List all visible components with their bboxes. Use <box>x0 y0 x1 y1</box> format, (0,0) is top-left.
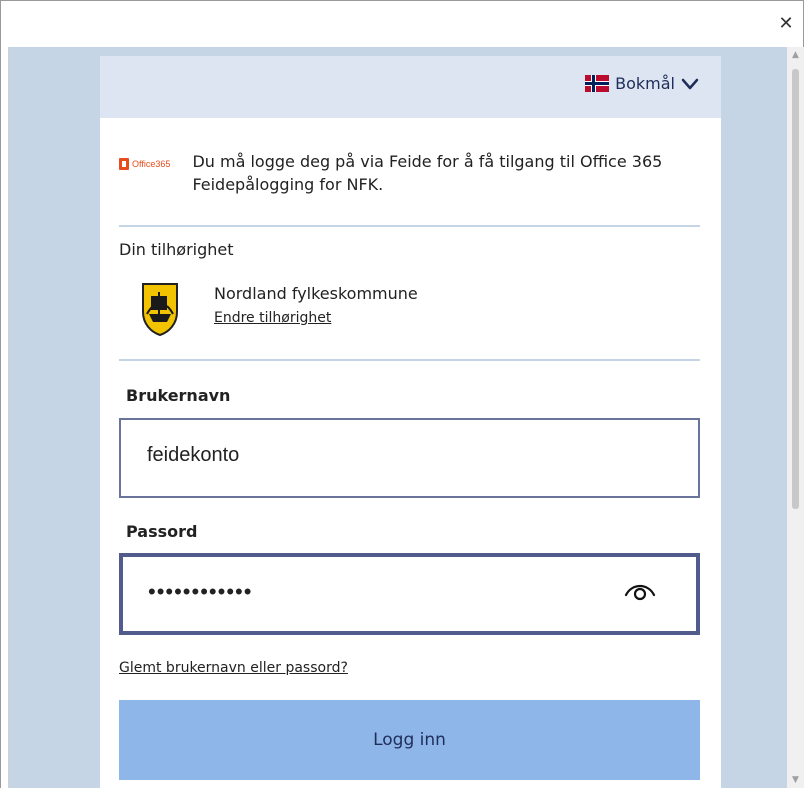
show-password-icon[interactable] <box>624 579 656 603</box>
divider <box>119 225 700 227</box>
page-content: Bokmål Office365 Du må logge deg på via … <box>9 47 787 788</box>
scroll-down-icon[interactable]: ▼ <box>787 772 804 788</box>
language-selector[interactable]: Bokmål <box>585 74 699 93</box>
office365-logo-text: Office365 <box>132 159 171 169</box>
username-label: Brukernavn <box>126 386 231 405</box>
organization-name: Nordland fylkeskommune <box>214 284 418 303</box>
forgot-credentials-link[interactable]: Glemt brukernavn eller passord? <box>119 660 348 676</box>
password-input[interactable]: •••••••••••• <box>119 553 700 635</box>
norway-flag-icon <box>585 75 610 92</box>
password-label: Passord <box>126 522 198 541</box>
divider <box>119 359 700 361</box>
browser-window: ✕ Bokmål Office365 Du må logge deg på vi… <box>0 0 804 788</box>
vertical-scrollbar[interactable]: ▲ ▼ <box>787 47 804 788</box>
username-value: feidekonto <box>147 444 240 466</box>
affiliation-label: Din tilhørighet <box>119 240 234 259</box>
office-icon <box>119 158 129 170</box>
login-card: Bokmål Office365 Du må logge deg på via … <box>100 56 721 788</box>
card-header: Bokmål <box>100 56 721 118</box>
username-input[interactable]: feidekonto <box>119 418 700 498</box>
password-value: •••••••••••• <box>148 579 253 604</box>
intro-message: Du må logge deg på via Feide for å få ti… <box>192 152 663 194</box>
office365-logo: Office365 <box>119 158 184 170</box>
scroll-up-icon[interactable]: ▲ <box>787 47 804 64</box>
change-affiliation-link[interactable]: Endre tilhørighet <box>214 310 331 326</box>
chevron-down-icon <box>681 78 699 89</box>
nordland-crest-icon <box>142 283 178 336</box>
close-icon[interactable]: ✕ <box>775 13 797 35</box>
left-window-edge <box>1 47 9 788</box>
scrollbar-thumb[interactable] <box>792 69 799 509</box>
language-label: Bokmål <box>615 74 675 93</box>
login-button[interactable]: Logg inn <box>119 700 700 780</box>
service-intro: Office365 Du må logge deg på via Feide f… <box>119 150 699 196</box>
window-titlebar: ✕ <box>1 1 803 47</box>
